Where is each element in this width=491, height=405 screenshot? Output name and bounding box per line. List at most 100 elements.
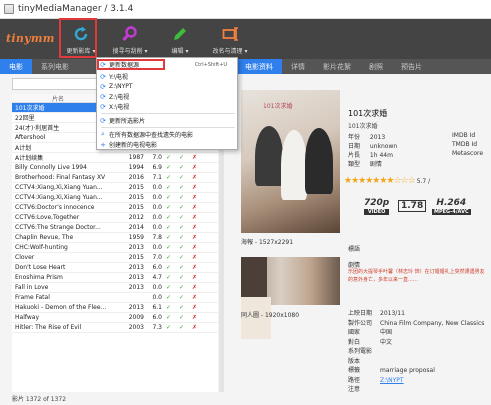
menu-item-source-z-tv[interactable]: ⟳ Z:\电视	[99, 92, 235, 102]
check-icon: ✓	[165, 194, 172, 201]
check-icon: ✓	[165, 224, 172, 231]
cross-icon: ✗	[191, 284, 198, 291]
movie-row[interactable]: CCTV6:The Strange Doctor... 2014 0.0 ✓ ✓ ✗	[12, 223, 218, 233]
movie-title-cell: A计划续集	[15, 155, 44, 162]
cross-icon: ✗	[191, 194, 198, 201]
movie-row[interactable]: Brotherhood: Final Fantasy XV 2016 7.1 ✓ ✓ ✗	[12, 173, 218, 183]
menu-item-source-x-tv[interactable]: ⟳ X:\电视	[99, 102, 235, 112]
movie-rating-cell: 0.0	[152, 224, 162, 231]
detail-label: 系列電影	[348, 348, 373, 355]
poster-title: 101次求婚	[263, 103, 293, 110]
movie-row[interactable]: CCTV4:Xiang,Xi,Xiang Yuan... 2015 0.0 ✓ ✓ ✗	[12, 193, 218, 203]
detail-label: 注意	[348, 386, 361, 393]
movie-poster[interactable]: 101次求婚	[241, 90, 340, 233]
check-icon: ✓	[178, 304, 185, 311]
movie-row[interactable]: A计划续集 1987 7.0 ✓ ✓ ✗	[12, 153, 218, 163]
tab-movies[interactable]: 电影	[0, 59, 32, 74]
movie-year-cell: 2009	[128, 314, 144, 321]
menu-item-find-missing[interactable]: ⌕ 在所有数据源中查找遗失的电影	[99, 130, 235, 139]
codec-badge: H.264 MPEG-4/AVC	[432, 198, 471, 215]
check-icon: ✓	[165, 284, 172, 291]
check-icon: ✓	[178, 184, 185, 191]
tab-trailers[interactable]: 预告片	[392, 59, 431, 74]
search-scrape-button[interactable]: 搜寻与刮削 ▾	[110, 21, 150, 57]
movie-row[interactable]: Clover 2015 7.0 ✓ ✓ ✗	[12, 253, 218, 263]
detail-row: 路徑 Z:\NYPT	[348, 375, 404, 384]
right-tab-bar: 电影资料 详情 影片花絮 剧照 预告片	[236, 59, 491, 74]
movie-title-cell: CCTV6:The Strange Doctor...	[15, 224, 101, 231]
tab-stills[interactable]: 剧照	[360, 59, 392, 74]
menu-item-label: 创建新的电视电影	[109, 142, 158, 149]
check-icon: ✓	[165, 204, 172, 211]
movie-count: 影片 1372 of 1372	[12, 396, 67, 403]
movie-title-cell: CCTV4:Xiang,Xi,Xiang Yuan...	[15, 184, 103, 191]
menu-item-source-y-tv[interactable]: ⟳ Y:\电视	[99, 72, 235, 82]
detail-label: 上映日期	[348, 310, 373, 317]
cross-icon: ✗	[191, 314, 198, 321]
magnifier-icon	[122, 26, 137, 42]
check-icon: ✓	[165, 324, 172, 331]
cross-icon: ✗	[191, 204, 198, 211]
movie-row[interactable]: Hitler: The Rise of Evil 2003 7.3 ✓ ✓ ✗	[12, 323, 218, 333]
app-icon	[4, 4, 14, 14]
menu-item-label: X:\电视	[109, 104, 130, 111]
tab-details[interactable]: 详情	[282, 59, 314, 74]
movie-row[interactable]: Billy Connolly Live 1994 1994 6.9 ✓ ✓ ✗	[12, 163, 218, 173]
refresh-icon: ⟳	[100, 72, 106, 81]
rename-clean-button[interactable]: 改名与清理 ▾	[210, 21, 250, 57]
movie-row[interactable]: CCTV6:Doctor's innocence 2015 0.0 ✓ ✓ ✗	[12, 203, 218, 213]
tab-movie-info[interactable]: 电影资料	[236, 59, 282, 74]
detail-row: 製作公司 China Film Company, New Classics	[348, 318, 484, 327]
movie-title-cell: Don't Lose Heart	[15, 264, 66, 271]
tab-movie-sets[interactable]: 系列电影	[32, 59, 78, 74]
movie-rating-cell: 6.0	[152, 264, 162, 271]
date-label: 日期	[348, 143, 361, 150]
menu-item-update-sources[interactable]: ⟳ 更新数据源 Ctrl+Shift+U	[97, 59, 235, 70]
rename-clean-label: 改名与清理 ▾	[212, 48, 248, 55]
movie-rating-cell: 7.0	[152, 154, 162, 161]
plus-icon: +	[100, 140, 106, 149]
movie-row[interactable]: Hakuoki - Demon of the Flee... 2013 6.1 ✓ ✓ ✗	[12, 303, 218, 313]
check-icon: ✓	[165, 264, 172, 271]
movie-fanart[interactable]	[241, 257, 340, 339]
movie-row[interactable]: Enoshima Prism 2013 4.7 ✓ ✓ ✗	[12, 273, 218, 283]
cross-icon: ✗	[191, 154, 198, 161]
detail-value: China Film Company, New Classics	[380, 319, 485, 327]
tab-extras[interactable]: 影片花絮	[314, 59, 360, 74]
plot-text: 乐团的大提琴手叶馨（林志玲 饰）在订婚婚礼上突然遭遇男友的意外身亡，多年以来一直…	[348, 269, 485, 283]
check-icon: ✓	[165, 174, 172, 181]
check-icon: ✓	[178, 264, 185, 271]
genre-value: 剧情	[369, 161, 382, 168]
search-scrape-label: 搜寻与刮削 ▾	[112, 48, 148, 55]
movie-rating-cell: 6.1	[152, 304, 162, 311]
star-icons: ★★★★★★★☆☆☆	[344, 176, 416, 186]
menu-separator	[101, 113, 235, 114]
menu-item-shortcut: Ctrl+Shift+U	[194, 61, 227, 68]
detail-value: 2013/11	[380, 310, 405, 317]
poster-figure-center	[281, 130, 307, 200]
movie-row[interactable]: CCTV6:Love,Together 2012 0.0 ✓ ✓ ✗	[12, 213, 218, 223]
movie-row[interactable]: Frame Fatal 0.0 ✓ ✓ ✗	[12, 293, 218, 303]
rating-stars: ★★★★★★★☆☆☆ 5.7 /	[344, 176, 430, 186]
path-link[interactable]: Z:\NYPT	[380, 377, 404, 384]
menu-item-create-tv-movie[interactable]: + 创建新的电视电影	[99, 140, 235, 150]
check-icon: ✓	[165, 234, 172, 241]
movie-year-cell: 2016	[128, 174, 144, 181]
movie-year-cell: 2015	[128, 194, 144, 201]
update-sources-button[interactable]: 更新影库 ▾	[59, 18, 101, 58]
year-info: 年份 2013	[348, 132, 385, 141]
movie-row[interactable]: CCTV4:Xiang,Xi,Xiang Yuan... 2015 0.0 ✓ ✓ ✗	[12, 183, 218, 193]
detail-value: marriage proposal	[380, 367, 435, 374]
refresh-icon: ⟳	[100, 116, 106, 125]
movie-row[interactable]: Fall in Love 2013 0.0 ✓ ✓ ✗	[12, 283, 218, 293]
menu-item-source-z-nypt[interactable]: ⟳ Z:\NYPT	[99, 82, 235, 91]
movie-row[interactable]: Don't Lose Heart 2013 6.0 ✓ ✓ ✗	[12, 263, 218, 273]
movie-row[interactable]: Chaplin Revue, The 1959 7.8 ✓ ✓ ✗	[12, 233, 218, 243]
movie-row[interactable]: Halfway 2009 6.0 ✓ ✓ ✗	[12, 313, 218, 323]
movie-row[interactable]: CHC:Wolf-hunting 2013 0.0 ✓ ✓ ✗	[12, 243, 218, 253]
menu-item-update-selected[interactable]: ⟳ 更新所选影片	[99, 116, 235, 126]
refresh-icon: ⟳	[100, 102, 106, 111]
codec-value: H.264	[436, 198, 467, 208]
check-icon: ✓	[178, 274, 185, 281]
edit-button[interactable]: 编辑 ▾	[160, 21, 200, 57]
